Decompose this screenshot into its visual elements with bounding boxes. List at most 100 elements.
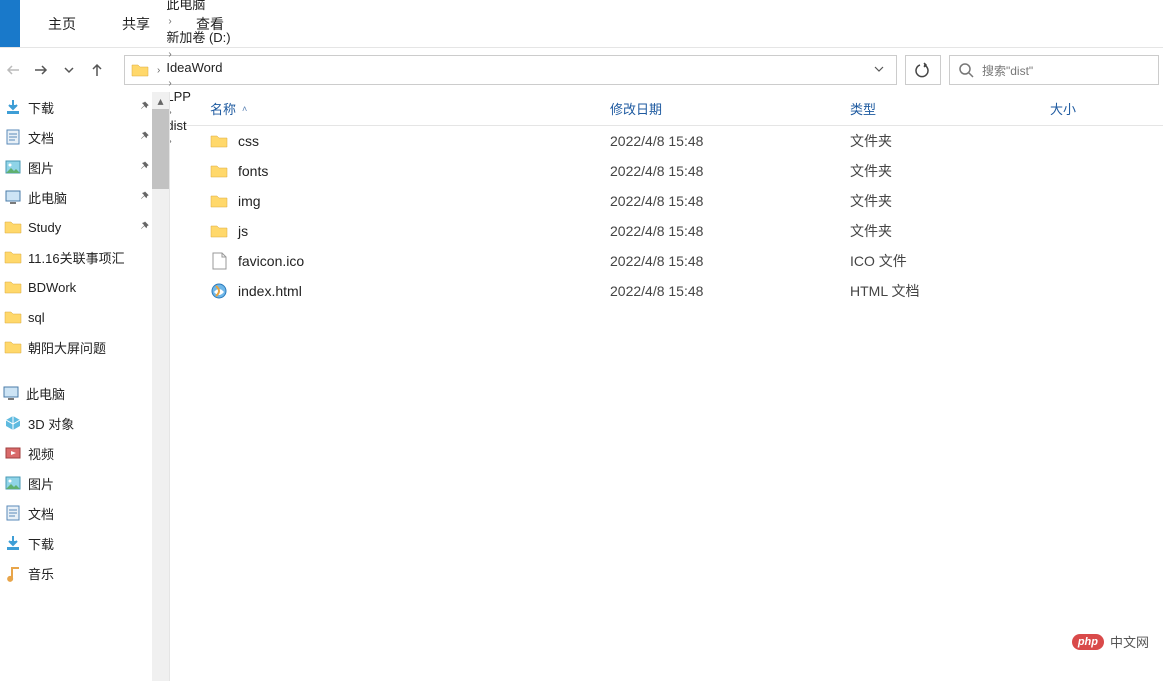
pc-icon <box>2 384 20 402</box>
file-name: index.html <box>238 283 302 299</box>
sidebar-scrollbar[interactable]: ▴ <box>152 92 169 681</box>
address-dropdown-button[interactable] <box>868 63 890 77</box>
file-row-0[interactable]: css2022/4/8 15:48文件夹 <box>170 126 1163 156</box>
sidebar-item-quick-0[interactable]: 下载 <box>0 92 169 122</box>
picture-icon <box>4 158 22 176</box>
folder-icon <box>4 248 22 266</box>
file-name: js <box>238 223 248 239</box>
folder-icon <box>4 308 22 326</box>
document-icon <box>4 128 22 146</box>
html-icon <box>210 282 228 300</box>
watermark: php 中文网 <box>1072 632 1149 651</box>
sidebar-item-quick-5[interactable]: 11.16关联事项汇 <box>0 242 169 272</box>
sidebar-item-label: 图片 <box>28 158 54 177</box>
file-row-3[interactable]: js 2022/4/8 15:48文件夹 <box>170 216 1163 246</box>
file-row-4[interactable]: favicon.ico 2022/4/8 15:48ICO 文件 <box>170 246 1163 276</box>
column-header-type[interactable]: 类型 <box>850 99 1050 118</box>
breadcrumb-1[interactable]: 新加卷 (D:) <box>164 27 232 46</box>
address-bar[interactable]: › 此电脑›新加卷 (D:)›IdeaWord›LPP›dist› <box>124 55 897 85</box>
3d-icon <box>4 414 22 432</box>
folder-icon <box>210 192 228 210</box>
pc-icon <box>4 188 22 206</box>
file-date: 2022/4/8 15:48 <box>610 133 850 149</box>
ribbon-tab-0[interactable]: 主页 <box>44 4 80 44</box>
download-icon <box>4 98 22 116</box>
breadcrumb-4[interactable]: dist <box>164 118 232 133</box>
sidebar-item-label: 此电脑 <box>28 188 67 207</box>
sidebar-item-label: 朝阳大屏问题 <box>28 338 106 357</box>
download-icon <box>4 534 22 552</box>
file-type: 文件夹 <box>850 161 1050 181</box>
picture-icon <box>4 474 22 492</box>
file-tab[interactable] <box>0 0 20 47</box>
sidebar-item-quick-6[interactable]: BDWork <box>0 272 169 302</box>
address-bar-row: › 此电脑›新加卷 (D:)›IdeaWord›LPP›dist› 搜索"dis… <box>0 48 1163 92</box>
breadcrumb-3[interactable]: LPP <box>164 89 232 104</box>
search-input[interactable]: 搜索"dist" <box>949 55 1159 85</box>
chevron-right-icon: › <box>153 65 164 76</box>
column-header-date[interactable]: 修改日期 <box>610 99 850 118</box>
file-icon <box>210 252 228 270</box>
sidebar-item-label: 图片 <box>28 474 54 493</box>
pin-icon <box>139 190 151 205</box>
sidebar-item-quick-7[interactable]: sql <box>0 302 169 332</box>
nav-forward-button[interactable] <box>32 61 50 79</box>
column-header-size[interactable]: 大小 <box>1050 99 1120 118</box>
sidebar-item-thispc-4[interactable]: 下载 <box>0 528 169 558</box>
file-row-5[interactable]: index.html2022/4/8 15:48HTML 文档 <box>170 276 1163 306</box>
nav-back-button[interactable] <box>4 61 22 79</box>
chevron-right-icon: › <box>164 78 175 89</box>
sidebar-item-thispc-3[interactable]: 文档 <box>0 498 169 528</box>
sidebar-item-thispc-1[interactable]: 视频 <box>0 438 169 468</box>
sidebar-item-label: 3D 对象 <box>28 414 74 433</box>
sidebar-item-label: 音乐 <box>28 564 54 583</box>
file-list: 名称 ˄ 修改日期 类型 大小 css2022/4/8 15:48文件夹font… <box>170 92 1163 681</box>
sidebar-item-label: 下载 <box>28 534 54 553</box>
sidebar-item-quick-4[interactable]: Study <box>0 212 169 242</box>
folder-icon <box>210 222 228 240</box>
file-date: 2022/4/8 15:48 <box>610 253 850 269</box>
navigation-sidebar: 下载文档图片此电脑Study11.16关联事项汇BDWorksql朝阳大屏问题 … <box>0 92 170 681</box>
scroll-up-button[interactable]: ▴ <box>152 92 169 109</box>
column-header-name[interactable]: 名称 ˄ <box>170 99 610 118</box>
sidebar-item-thispc-5[interactable]: 音乐 <box>0 558 169 588</box>
sidebar-item-label: sql <box>28 310 45 325</box>
document-icon <box>4 504 22 522</box>
sidebar-item-quick-2[interactable]: 图片 <box>0 152 169 182</box>
nav-recent-button[interactable] <box>60 61 78 79</box>
sidebar-section-label: 此电脑 <box>26 384 65 403</box>
sidebar-item-label: 文档 <box>28 128 54 147</box>
video-icon <box>4 444 22 462</box>
sidebar-item-thispc-0[interactable]: 3D 对象 <box>0 408 169 438</box>
sidebar-item-quick-3[interactable]: 此电脑 <box>0 182 169 212</box>
file-name: css <box>238 133 259 149</box>
folder-icon <box>4 278 22 296</box>
watermark-text: 中文网 <box>1110 632 1149 651</box>
sidebar-item-label: 视频 <box>28 444 54 463</box>
file-date: 2022/4/8 15:48 <box>610 223 850 239</box>
file-type: 文件夹 <box>850 191 1050 211</box>
ribbon-tab-1[interactable]: 共享 <box>118 4 154 44</box>
file-type: 文件夹 <box>850 221 1050 241</box>
sidebar-item-quick-8[interactable]: 朝阳大屏问题 <box>0 332 169 362</box>
music-icon <box>4 564 22 582</box>
file-type: ICO 文件 <box>850 251 1050 271</box>
file-name: favicon.ico <box>238 253 304 269</box>
nav-up-button[interactable] <box>88 61 106 79</box>
sidebar-item-label: 下载 <box>28 98 54 117</box>
pin-icon <box>139 160 151 175</box>
refresh-button[interactable] <box>905 55 941 85</box>
sidebar-item-label: 文档 <box>28 504 54 523</box>
file-date: 2022/4/8 15:48 <box>610 193 850 209</box>
sidebar-item-quick-1[interactable]: 文档 <box>0 122 169 152</box>
file-date: 2022/4/8 15:48 <box>610 283 850 299</box>
breadcrumb-0[interactable]: 此电脑 <box>164 0 232 13</box>
sidebar-section-thispc[interactable]: 此电脑 <box>0 378 169 408</box>
sidebar-item-label: 11.16关联事项汇 <box>28 248 125 267</box>
breadcrumb-2[interactable]: IdeaWord <box>164 60 232 75</box>
column-headers: 名称 ˄ 修改日期 类型 大小 <box>170 92 1163 126</box>
scrollbar-thumb[interactable] <box>152 109 169 189</box>
file-row-1[interactable]: fonts2022/4/8 15:48文件夹 <box>170 156 1163 186</box>
sidebar-item-thispc-2[interactable]: 图片 <box>0 468 169 498</box>
file-row-2[interactable]: img2022/4/8 15:48文件夹 <box>170 186 1163 216</box>
